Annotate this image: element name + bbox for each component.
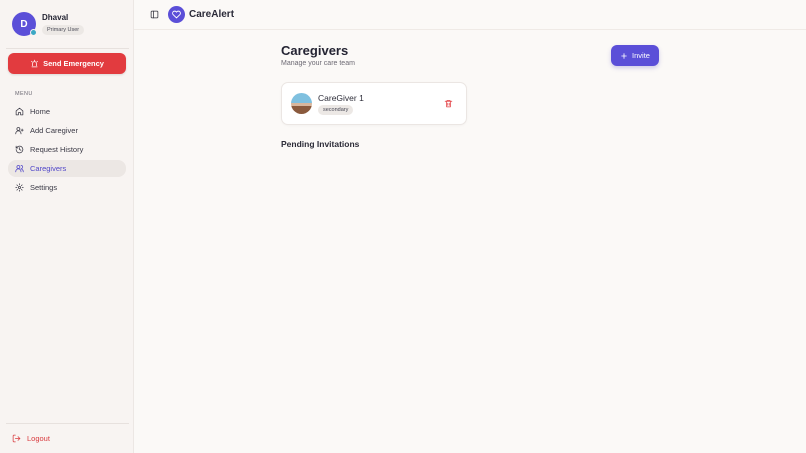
history-icon xyxy=(15,145,24,154)
gear-icon xyxy=(15,183,24,192)
sidebar-item-settings[interactable]: Settings xyxy=(8,179,126,196)
send-emergency-button[interactable]: Send Emergency xyxy=(8,53,126,74)
sidebar-item-label: Home xyxy=(30,107,51,116)
caregiver-card[interactable]: CareGiver 1 secondary xyxy=(281,82,467,125)
invite-button[interactable]: Invite xyxy=(611,45,659,66)
sidebar-item-label: Caregivers xyxy=(30,164,67,173)
caregiver-avatar xyxy=(291,93,312,114)
app-name: CareAlert xyxy=(189,9,235,20)
top-bar: CareAlert xyxy=(134,0,806,30)
sidebar-item-label: Settings xyxy=(30,183,58,192)
logout-icon xyxy=(12,434,21,442)
user-plus-icon xyxy=(15,127,24,135)
user-role-badge: Primary User xyxy=(42,25,85,35)
pending-invitations-title: Pending Invitations xyxy=(281,139,360,149)
logout-label: Logout xyxy=(27,433,50,443)
app-logo xyxy=(168,6,185,23)
sidebar-divider-bottom xyxy=(6,423,129,424)
users-icon xyxy=(15,164,24,173)
online-status-indicator xyxy=(30,29,37,36)
caregiver-name: CareGiver 1 xyxy=(318,93,364,103)
page-subtitle: Manage your care team xyxy=(281,60,355,67)
sidebar: D Dhaval Primary User Send Emergency MEN… xyxy=(0,0,134,453)
siren-icon xyxy=(31,59,38,68)
plus-icon xyxy=(621,52,627,59)
logout-button[interactable]: Logout xyxy=(12,432,50,444)
user-profile[interactable]: D Dhaval Primary User xyxy=(12,12,127,40)
send-emergency-label: Send Emergency xyxy=(43,59,104,68)
page-title: Caregivers xyxy=(281,43,349,58)
sidebar-item-caregivers[interactable]: Caregivers xyxy=(8,160,126,177)
sidebar-item-label: Request History xyxy=(30,145,84,154)
menu-section-label: MENU xyxy=(15,91,33,97)
sidebar-item-label: Add Caregiver xyxy=(30,126,78,135)
home-icon xyxy=(15,107,24,116)
invite-label: Invite xyxy=(632,51,650,60)
sidebar-item-add-caregiver[interactable]: Add Caregiver xyxy=(8,122,126,139)
sidebar-divider-top xyxy=(6,48,129,49)
sidebar-toggle-icon[interactable] xyxy=(150,10,159,19)
sidebar-item-request-history[interactable]: Request History xyxy=(8,141,126,158)
heart-icon xyxy=(172,10,181,19)
caregiver-role-badge: secondary xyxy=(318,105,354,115)
trash-icon[interactable] xyxy=(444,99,453,108)
sidebar-item-home[interactable]: Home xyxy=(8,103,126,120)
user-name: Dhaval xyxy=(42,13,69,22)
